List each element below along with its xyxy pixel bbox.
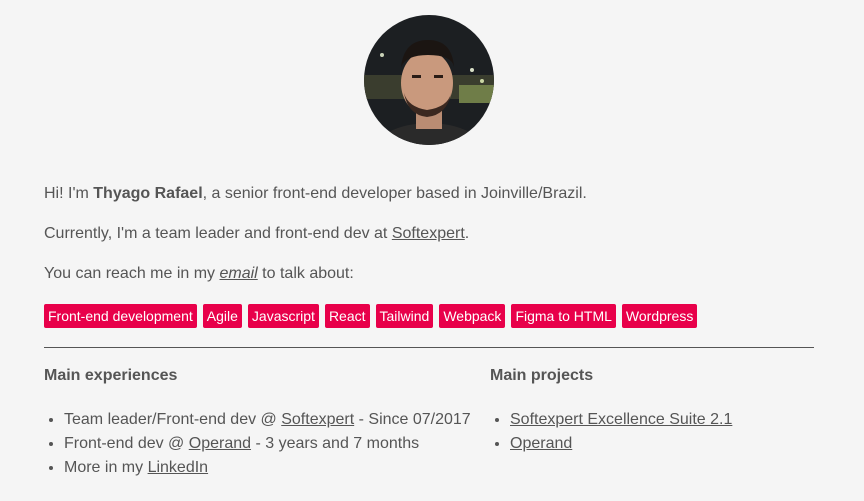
experience-suffix: - 3 years and 7 months	[251, 435, 420, 452]
section-divider	[44, 347, 814, 348]
tag-webpack: Webpack	[439, 304, 506, 328]
details-columns: Main experiences Team leader/Front-end d…	[44, 366, 814, 480]
projects-title: Main projects	[490, 367, 594, 384]
experiences-section: Main experiences Team leader/Front-end d…	[44, 366, 490, 480]
experience-suffix: - Since 07/2017	[354, 411, 471, 428]
profile-page: Hi! I'm Thyago Rafael, a senior front-en…	[0, 0, 864, 501]
current-company-link[interactable]: Softexpert	[392, 225, 465, 242]
tag-wordpress: Wordpress	[621, 304, 698, 328]
experience-softexpert-link[interactable]: Softexpert	[281, 411, 354, 428]
reach-text: You can reach me in my email to talk abo…	[44, 263, 814, 285]
current-suffix: .	[464, 225, 470, 242]
intro-text: Hi! I'm Thyago Rafael, a senior front-en…	[44, 183, 814, 205]
profile-content: Hi! I'm Thyago Rafael, a senior front-en…	[44, 183, 814, 480]
experience-prefix: More in my	[64, 459, 148, 476]
skill-tags: Front-end development Agile Javascript R…	[44, 304, 814, 328]
experience-prefix: Team leader/Front-end dev @	[64, 411, 282, 428]
avatar	[364, 15, 494, 145]
experiences-list: Team leader/Front-end dev @ Softexpert -…	[44, 408, 490, 480]
experience-item: More in my LinkedIn	[64, 456, 490, 480]
project-item: Softexpert Excellence Suite 2.1	[510, 408, 814, 432]
tag-javascript: Javascript	[247, 304, 319, 328]
intro-prefix: Hi! I'm	[44, 185, 94, 202]
tag-tailwind: Tailwind	[375, 304, 434, 328]
linkedin-link[interactable]: LinkedIn	[148, 459, 209, 476]
experiences-title: Main experiences	[44, 367, 178, 384]
project-item: Operand	[510, 432, 814, 456]
experience-item: Team leader/Front-end dev @ Softexpert -…	[64, 408, 490, 432]
experience-operand-link[interactable]: Operand	[189, 435, 251, 452]
tag-agile: Agile	[202, 304, 242, 328]
projects-section: Main projects Softexpert Excellence Suit…	[490, 366, 814, 480]
experience-item: Front-end dev @ Operand - 3 years and 7 …	[64, 432, 490, 456]
projects-list: Softexpert Excellence Suite 2.1 Operand	[490, 408, 814, 456]
project-softexpert-suite-link[interactable]: Softexpert Excellence Suite 2.1	[510, 411, 732, 428]
experience-prefix: Front-end dev @	[64, 435, 189, 452]
reach-prefix: You can reach me in my	[44, 265, 220, 282]
tag-react: React	[324, 304, 370, 328]
tag-figma-to-html: Figma to HTML	[511, 304, 616, 328]
profile-name: Thyago Rafael	[93, 185, 203, 202]
intro-suffix: , a senior front-end developer based in …	[202, 185, 587, 202]
project-operand-link[interactable]: Operand	[510, 435, 572, 452]
email-link[interactable]: email	[220, 265, 258, 282]
reach-suffix: to talk about:	[257, 265, 354, 282]
tag-front-end-development: Front-end development	[44, 304, 197, 328]
current-prefix: Currently, I'm a team leader and front-e…	[44, 225, 392, 242]
current-job-text: Currently, I'm a team leader and front-e…	[44, 223, 814, 245]
